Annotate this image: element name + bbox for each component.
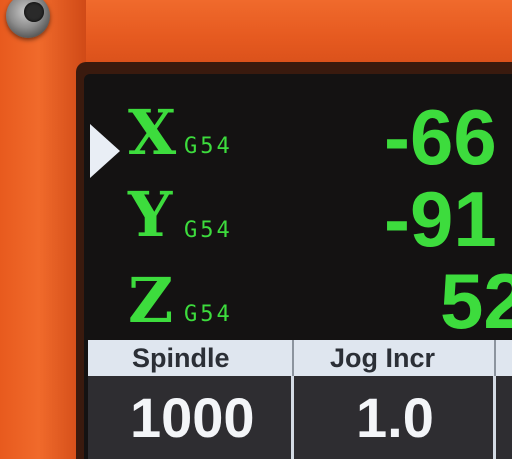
axis-row-x[interactable]: X G54 -66 <box>84 93 512 181</box>
value-divider <box>291 376 294 459</box>
work-offset-label: G54 <box>184 218 233 243</box>
axis-letter: Y <box>128 178 173 251</box>
axis-position-value: -91 <box>384 175 497 263</box>
axis-position-value: 52 <box>440 257 512 345</box>
status-values: 1000 1.0 <box>88 376 512 459</box>
header-divider <box>494 340 496 376</box>
axis-row-y[interactable]: Y G54 -91 <box>84 180 512 260</box>
status-header: Spindle Jog Incr <box>88 340 512 376</box>
axis-row-z[interactable]: Z G54 52 <box>84 257 512 345</box>
work-offset-label: G54 <box>184 302 233 327</box>
selection-triangle-icon <box>90 124 120 178</box>
header-divider <box>292 340 294 376</box>
enclosure-left <box>0 0 86 459</box>
jog-increment-header: Jog Incr <box>330 343 436 373</box>
axis-letter: X <box>128 96 177 169</box>
dro-display: X G54 -66 Y G54 -91 Z G54 52 Spindle Jog… <box>84 74 512 459</box>
jog-increment-value[interactable]: 1.0 <box>356 390 434 446</box>
work-offset-label: G54 <box>184 134 233 159</box>
spindle-speed-value[interactable]: 1000 <box>130 390 255 446</box>
axis-position-value: -66 <box>384 93 497 181</box>
value-divider <box>493 376 496 459</box>
spindle-header: Spindle <box>132 343 230 373</box>
axis-letter: Z <box>128 264 174 337</box>
